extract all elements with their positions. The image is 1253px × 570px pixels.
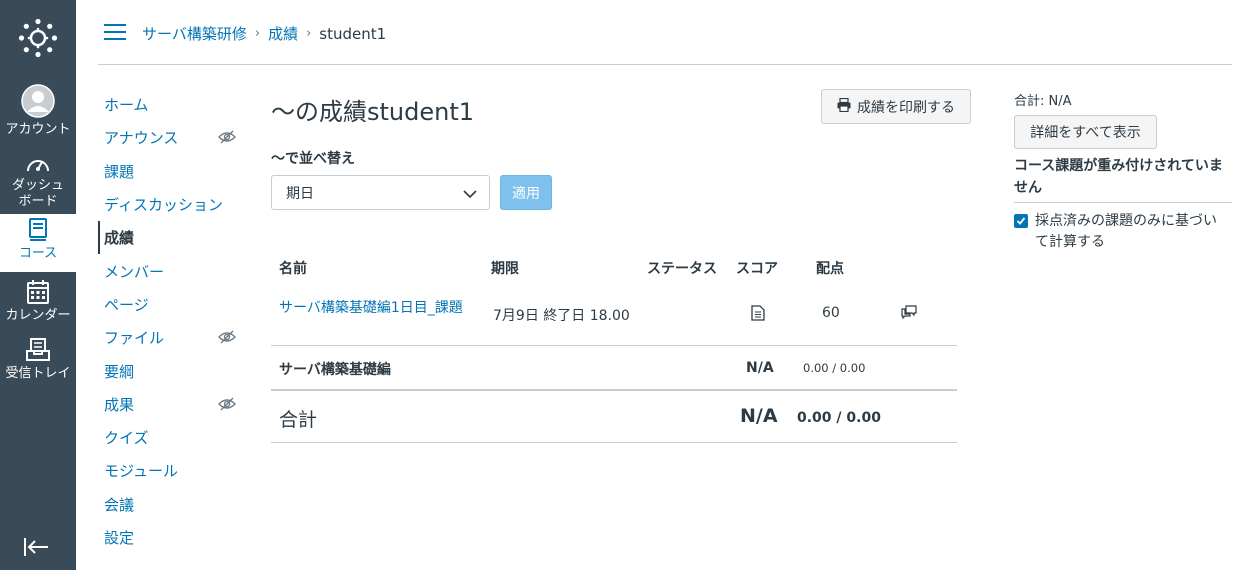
- breadcrumb-course-link[interactable]: サーバ構築研修: [142, 23, 247, 44]
- course-nav-item[interactable]: メンバー: [98, 254, 248, 287]
- divider: [1014, 202, 1232, 203]
- courses-icon: [28, 214, 48, 242]
- course-nav-item-label: 設定: [104, 529, 135, 547]
- course-nav-item[interactable]: 設定: [98, 521, 248, 554]
- sort-select-value: 期日: [286, 185, 314, 202]
- nav-calendar[interactable]: カレンダー: [0, 276, 76, 328]
- breadcrumb-separator-icon: ›: [254, 26, 261, 41]
- divider: [271, 442, 957, 443]
- show-all-details-button[interactable]: 詳細をすべて表示: [1014, 115, 1157, 149]
- course-nav-item-label: ディスカッション: [104, 196, 223, 215]
- printer-icon: [837, 97, 851, 116]
- print-grades-label: 成績を印刷する: [857, 99, 955, 116]
- graded-only-checkbox-label[interactable]: 採点済みの課題のみに基づいて計算する: [1035, 211, 1230, 253]
- sort-select[interactable]: 期日: [271, 175, 490, 210]
- divider: [271, 389, 957, 391]
- course-nav-item-label: 会議: [104, 495, 135, 514]
- breadcrumb-separator-icon: ›: [306, 26, 312, 41]
- course-nav-item-label: ファイル: [104, 329, 165, 348]
- course-nav-item[interactable]: ページ: [98, 288, 248, 321]
- sort-label: 〜で並べ替え: [271, 151, 355, 167]
- hidden-eye-icon: [218, 130, 236, 144]
- dashboard-icon: [26, 146, 50, 174]
- canvas-logo-icon[interactable]: [0, 14, 76, 62]
- breadcrumb: サーバ構築研修 › 成績 › student1: [142, 23, 386, 44]
- weight-note: コース課題が重み付けされていません: [1014, 158, 1223, 196]
- nav-calendar-label: カレンダー: [5, 308, 71, 323]
- hidden-eye-icon: [218, 397, 236, 411]
- nav-inbox-label: 受信トレイ: [5, 366, 71, 381]
- avatar: [21, 82, 55, 118]
- course-nav-item-label: ホーム: [104, 96, 149, 115]
- header: サーバ構築研修 › 成績 › student1: [98, 0, 1232, 65]
- course-nav-item-label: クイズ: [104, 429, 149, 448]
- course-nav-item-label: 要綱: [104, 362, 135, 381]
- group-name: サーバ構築基礎編: [279, 362, 391, 378]
- nav-account-label: アカウント: [5, 122, 71, 137]
- course-nav-item-label: メンバー: [104, 262, 165, 281]
- column-header-score[interactable]: スコア: [736, 258, 778, 278]
- course-nav-item[interactable]: ファイル: [98, 321, 248, 354]
- inbox-icon: [26, 334, 50, 362]
- column-header-name[interactable]: 名前: [279, 258, 307, 278]
- course-nav-item[interactable]: 成績: [98, 221, 248, 255]
- breadcrumb-grades-link[interactable]: 成績: [268, 23, 298, 44]
- course-nav-item-label: 課題: [104, 162, 135, 181]
- breadcrumb-current: student1: [319, 24, 387, 43]
- assignment-due: 7月9日 終了日 18.00: [493, 308, 630, 324]
- nav-dashboard-label-1: ダッシュ: [11, 178, 64, 193]
- collapse-nav-icon[interactable]: [22, 536, 54, 560]
- nav-inbox[interactable]: 受信トレイ: [0, 334, 76, 386]
- course-nav-item[interactable]: 会議: [98, 488, 248, 521]
- course-nav-item[interactable]: モジュール: [98, 454, 248, 487]
- column-header-points: 配点: [816, 261, 844, 277]
- course-nav-item[interactable]: 課題: [98, 155, 248, 188]
- assignment-points: 60: [822, 305, 840, 321]
- divider: [271, 345, 957, 346]
- course-nav-item-label: 成績: [104, 229, 135, 248]
- total-score: N/A: [740, 405, 778, 427]
- total-points: 0.00 / 0.00: [797, 410, 881, 426]
- assignment-link[interactable]: サーバ構築基礎編1日目_課題: [279, 297, 463, 317]
- course-nav-item[interactable]: ホーム: [98, 88, 248, 121]
- comments-icon[interactable]: [901, 305, 917, 323]
- sidebar-total: 合計: N/A: [1014, 94, 1072, 109]
- global-nav: アカウント ダッシュ ボード コース カレンダー 受信トレイ: [0, 0, 76, 570]
- nav-courses-label: コース: [18, 246, 58, 261]
- course-nav-item-label: アナウンス: [104, 129, 179, 148]
- group-points: 0.00 / 0.00: [803, 361, 866, 375]
- print-grades-button[interactable]: 成績を印刷する: [821, 89, 971, 124]
- course-nav-item[interactable]: ディスカッション: [98, 188, 248, 221]
- course-nav-item-label: ページ: [104, 295, 149, 314]
- nav-courses[interactable]: コース: [0, 214, 76, 272]
- course-nav: ホームアナウンス課題ディスカッション 成績メンバーページファイル要綱成果クイズモジ…: [98, 88, 248, 554]
- total-label: 合計: [279, 409, 318, 431]
- course-nav-item[interactable]: 要綱: [98, 354, 248, 387]
- page-title: 〜の成績student1: [271, 98, 475, 126]
- column-header-due[interactable]: 期限: [491, 258, 519, 278]
- nav-account[interactable]: アカウント: [0, 82, 76, 140]
- submission-document-icon[interactable]: [751, 305, 765, 325]
- column-header-status: ステータス: [647, 261, 717, 277]
- graded-only-checkbox[interactable]: [1014, 214, 1028, 228]
- course-nav-item[interactable]: アナウンス: [98, 121, 248, 154]
- chevron-down-icon: [463, 187, 477, 203]
- course-nav-item[interactable]: クイズ: [98, 421, 248, 454]
- course-nav-item[interactable]: 成果: [98, 388, 248, 421]
- course-nav-item-label: モジュール: [104, 462, 178, 481]
- course-nav-item-label: 成果: [104, 395, 135, 414]
- hamburger-menu-icon[interactable]: [104, 24, 126, 40]
- nav-dashboard-label-2: ボード: [18, 194, 58, 209]
- nav-dashboard[interactable]: ダッシュ ボード: [0, 146, 76, 212]
- calendar-icon: [27, 276, 49, 304]
- hidden-eye-icon: [218, 330, 236, 344]
- group-score: N/A: [746, 360, 774, 376]
- apply-button[interactable]: 適用: [500, 175, 552, 210]
